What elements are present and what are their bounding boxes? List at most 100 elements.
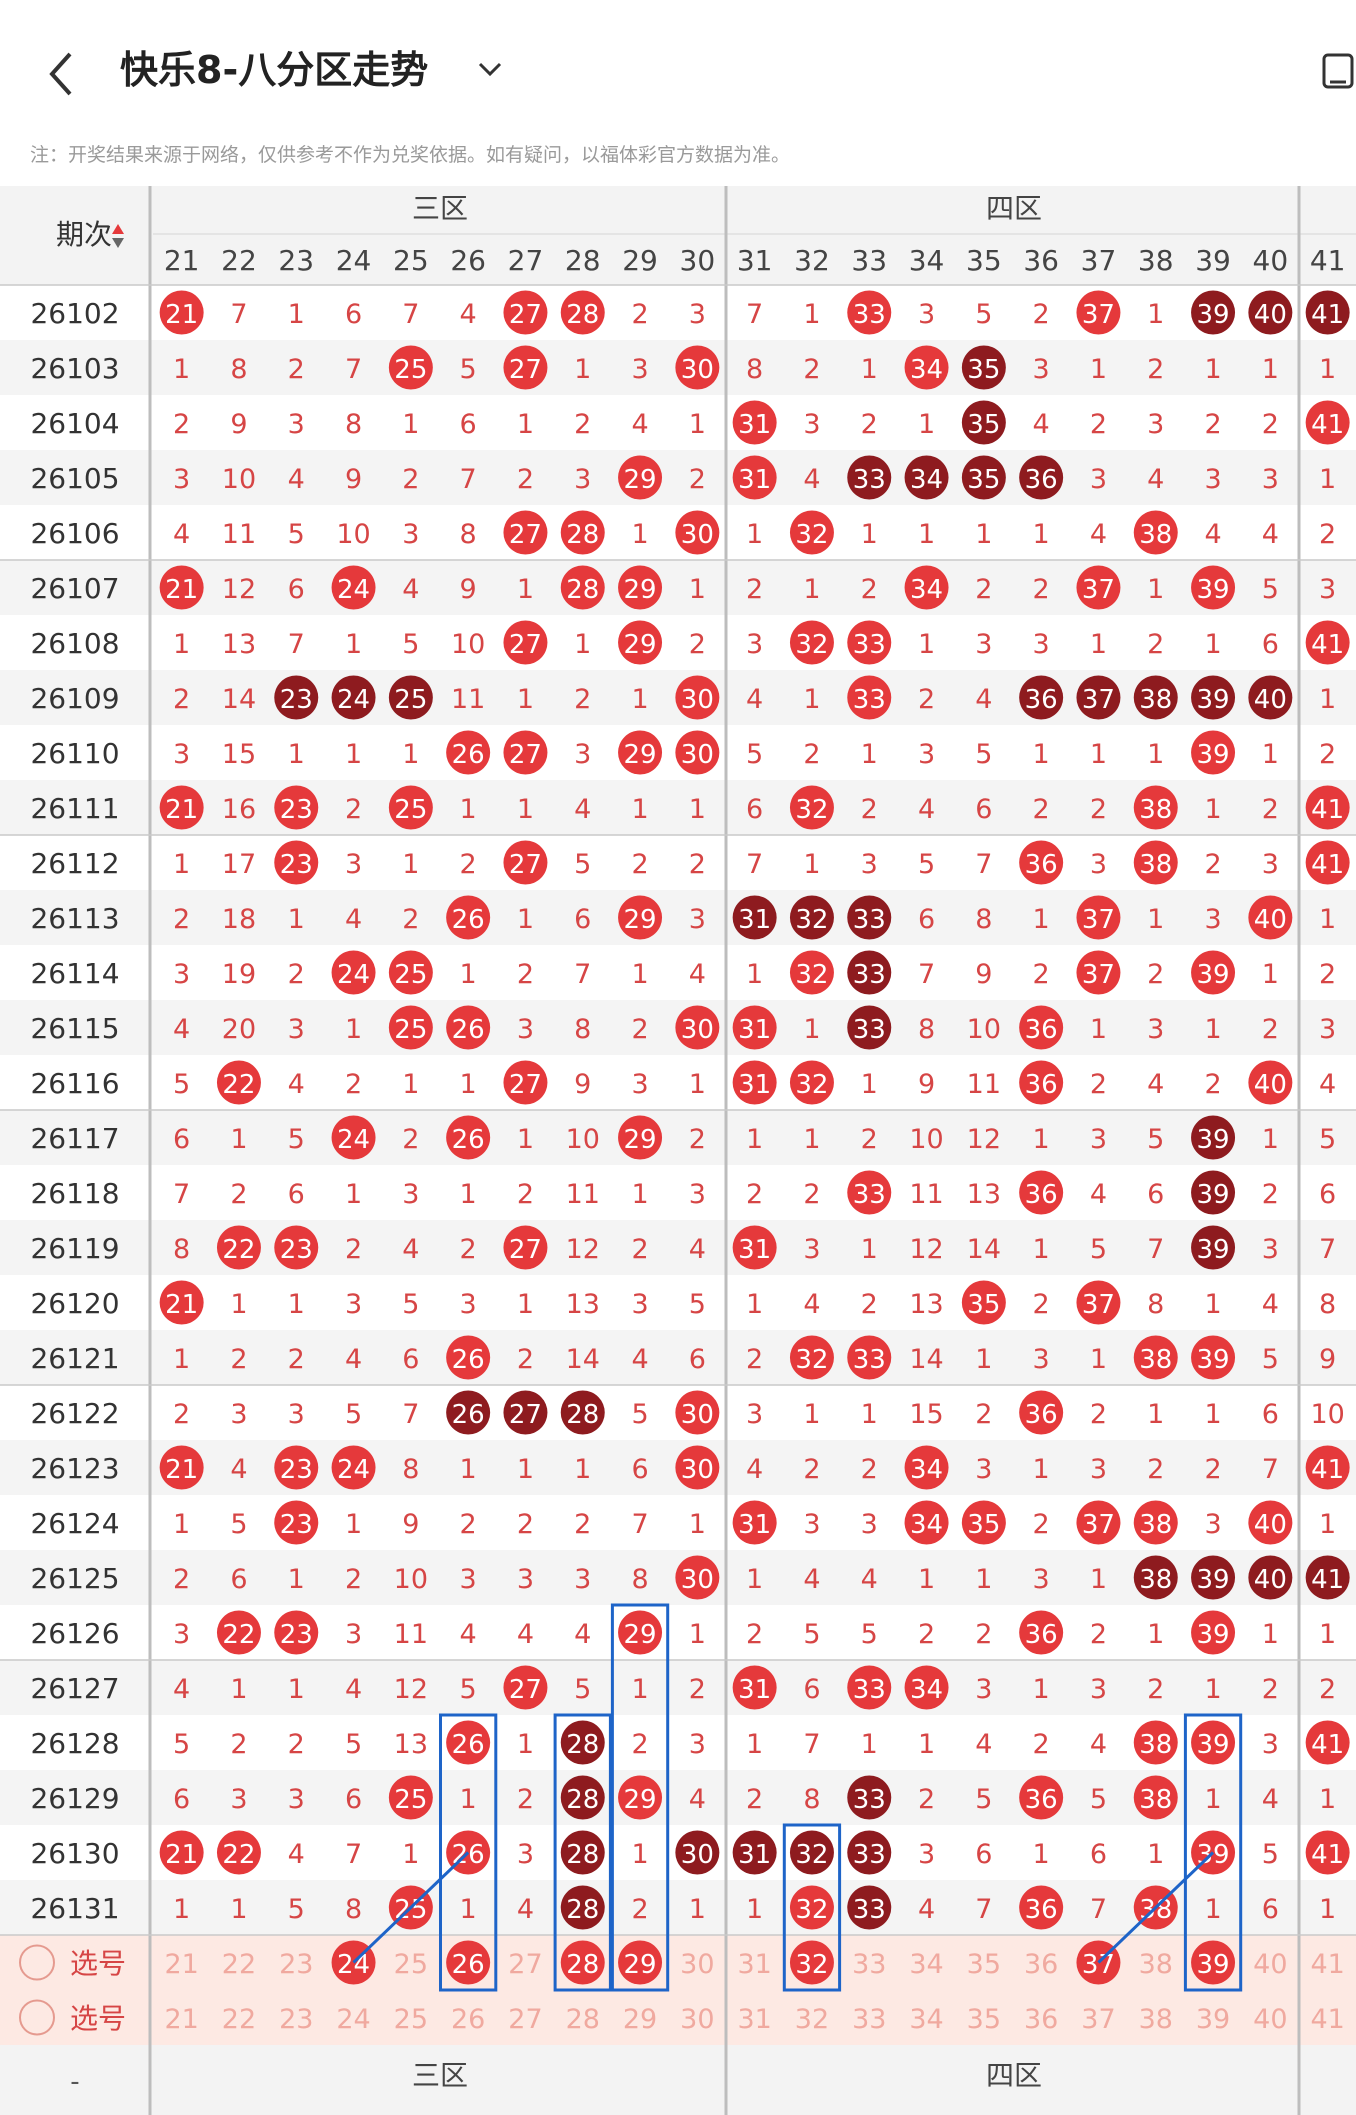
miss-count: 13 [394, 1729, 428, 1760]
miss-count: 2 [689, 629, 706, 660]
miss-count: 3 [288, 409, 305, 440]
draw-number: 38 [1139, 1565, 1172, 1595]
chevron-down-icon[interactable] [472, 52, 508, 88]
miss-count: 3 [975, 1454, 992, 1485]
miss-count: 2 [689, 1124, 706, 1155]
pick-number: 28 [566, 2004, 600, 2035]
miss-count: 1 [1090, 354, 1107, 385]
miss-count: 1 [1262, 959, 1279, 990]
draw-number: 29 [624, 575, 657, 605]
miss-count: 1 [689, 1069, 706, 1100]
draw-number: 30 [681, 1840, 714, 1870]
miss-count: 1 [230, 1124, 247, 1155]
miss-count: 1 [460, 1179, 477, 1210]
miss-count: 5 [975, 1784, 992, 1815]
period-cell: 26102 [30, 297, 119, 330]
miss-count: 4 [460, 1619, 477, 1650]
miss-count: 2 [1033, 794, 1050, 825]
draw-number: 39 [1197, 740, 1230, 770]
miss-count: 1 [345, 1179, 362, 1210]
column-header: 23 [278, 244, 314, 277]
zone-label: 三区 [412, 2059, 468, 2092]
miss-count: 7 [402, 1399, 419, 1430]
miss-count: 1 [918, 1564, 935, 1595]
miss-count: 1 [288, 1564, 305, 1595]
miss-count: 3 [1147, 1014, 1164, 1045]
miss-count: 2 [746, 1619, 763, 1650]
miss-count: 6 [1147, 1179, 1164, 1210]
miss-count: 1 [1204, 1894, 1221, 1925]
draw-number: 22 [222, 1840, 255, 1870]
miss-count: 2 [1033, 299, 1050, 330]
miss-count: 2 [1262, 1179, 1279, 1210]
miss-count: 1 [1204, 794, 1221, 825]
miss-count: 5 [288, 1894, 305, 1925]
pick-number: 40 [1253, 2004, 1287, 2035]
miss-count: 2 [460, 849, 477, 880]
miss-count: 8 [230, 354, 247, 385]
back-arrow-icon[interactable] [40, 44, 84, 104]
miss-count: 6 [1262, 629, 1279, 660]
miss-count: 8 [173, 1234, 190, 1265]
pick-number: 29 [623, 2004, 657, 2035]
miss-count: 5 [975, 299, 992, 330]
draw-number: 35 [967, 1510, 1000, 1540]
miss-count: 3 [689, 1179, 706, 1210]
miss-count: 5 [460, 1674, 477, 1705]
miss-count: 1 [746, 1729, 763, 1760]
column-header: 22 [221, 244, 257, 277]
miss-count: 1 [345, 1014, 362, 1045]
draw-number: 27 [509, 630, 542, 660]
miss-count: 14 [222, 684, 256, 715]
miss-count: 2 [861, 409, 878, 440]
draw-number: 40 [1254, 1565, 1287, 1595]
pick-number: 21 [164, 2004, 198, 2035]
draw-number: 36 [1025, 1015, 1058, 1045]
column-header: 32 [794, 244, 830, 277]
draw-number: 39 [1197, 1180, 1230, 1210]
miss-count: 3 [574, 1564, 591, 1595]
miss-count: 4 [288, 1069, 305, 1100]
draw-number: 33 [853, 630, 886, 660]
draw-number: 32 [795, 960, 828, 990]
miss-count: 7 [230, 299, 247, 330]
draw-number: 39 [1197, 575, 1230, 605]
draw-number: 41 [1311, 1730, 1344, 1760]
miss-count: 3 [861, 849, 878, 880]
draw-number: 39 [1197, 1125, 1230, 1155]
pick-label: 选号 [70, 1947, 126, 1980]
device-icon[interactable] [1320, 52, 1356, 92]
miss-count: 5 [1090, 1784, 1107, 1815]
miss-count: 5 [689, 1289, 706, 1320]
period-cell: 26105 [30, 462, 119, 495]
miss-count: 3 [1090, 464, 1107, 495]
column-header: 27 [508, 244, 544, 277]
miss-count: 1 [918, 409, 935, 440]
draw-number: 21 [165, 795, 198, 825]
draw-number: 27 [509, 300, 542, 330]
pick-number: 27 [508, 1949, 542, 1980]
period-cell: 26128 [30, 1727, 119, 1760]
draw-number: 26 [452, 1015, 485, 1045]
draw-number: 33 [853, 960, 886, 990]
draw-number: 38 [1139, 1785, 1172, 1815]
miss-count: 5 [746, 739, 763, 770]
footer-bg [0, 2045, 1356, 2115]
miss-count: 4 [1090, 519, 1107, 550]
miss-count: 2 [1090, 409, 1107, 440]
draw-number: 35 [967, 410, 1000, 440]
miss-count: 1 [975, 1344, 992, 1375]
miss-count: 4 [345, 904, 362, 935]
miss-count: 2 [230, 1729, 247, 1760]
miss-count: 5 [1262, 1839, 1279, 1870]
period-cell: 26103 [30, 352, 119, 385]
period-cell: 26130 [30, 1837, 119, 1870]
miss-count: 1 [345, 629, 362, 660]
draw-number: 28 [566, 1785, 599, 1815]
miss-count: 4 [746, 1454, 763, 1485]
miss-count: 6 [345, 1784, 362, 1815]
column-header: 30 [680, 244, 716, 277]
draw-number: 25 [394, 355, 427, 385]
pick-number: 32 [795, 1950, 828, 1980]
miss-count: 1 [918, 1729, 935, 1760]
